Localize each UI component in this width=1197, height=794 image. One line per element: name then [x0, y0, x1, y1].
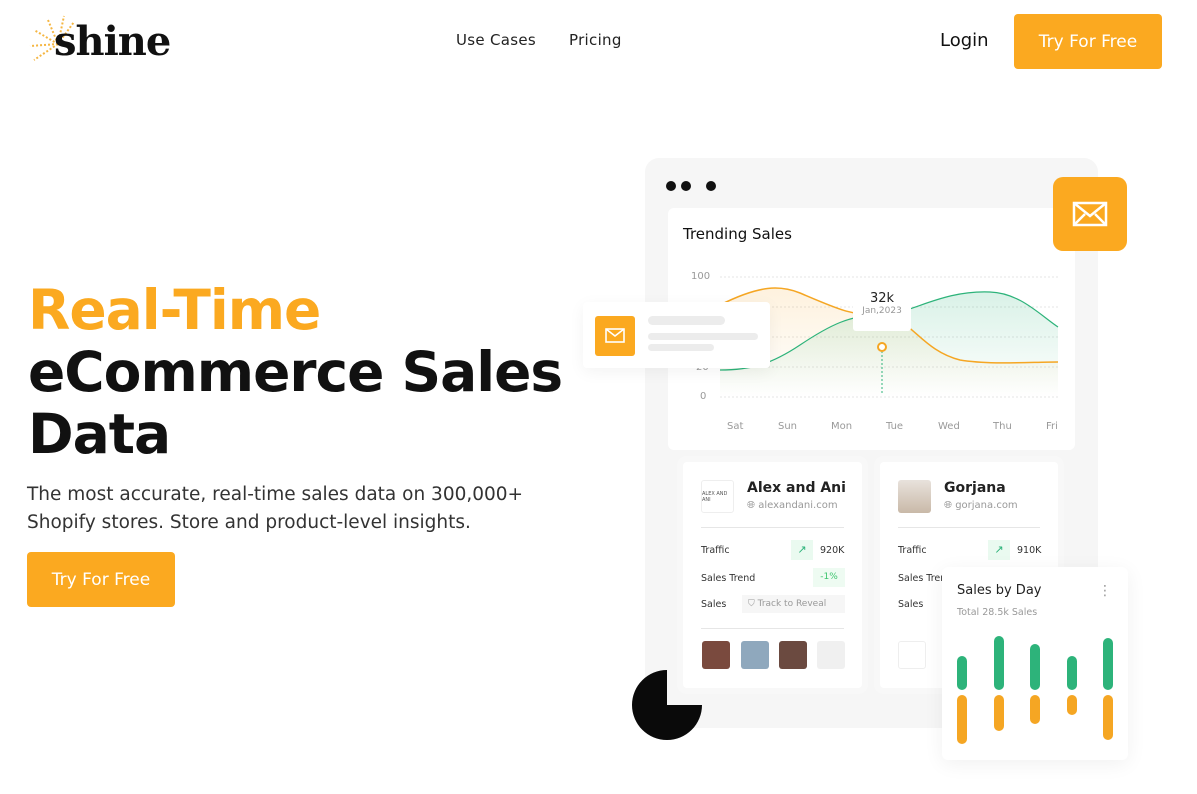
store-url: gorjana.com [955, 500, 1018, 511]
track-to-reveal-label: Track to Reveal [757, 599, 827, 609]
x-tick: Sat [727, 421, 744, 432]
orange-bar [1067, 695, 1077, 715]
globe-icon: 🌐︎ [944, 500, 952, 511]
try-free-header-button[interactable]: Try For Free [1014, 14, 1162, 69]
store-logo [898, 480, 931, 513]
skeleton-line [648, 316, 725, 325]
store-url: alexandani.com [758, 500, 838, 511]
product-thumbnail[interactable] [817, 641, 845, 669]
green-bar [1030, 644, 1040, 690]
traffic-value: 920K [820, 545, 845, 556]
tooltip-point [877, 342, 887, 352]
store-logo: ALEX AND ANI [701, 480, 734, 513]
sales-label: Sales [898, 599, 924, 610]
window-dot [666, 181, 676, 191]
sales-by-day-title: Sales by Day [957, 583, 1042, 598]
trend-up-icon: ↗ [988, 540, 1010, 560]
orange-bar [1103, 695, 1113, 740]
sales-by-day-card: Sales by Day Total 28.5k Sales ⋮ [942, 567, 1128, 760]
green-bar [1103, 638, 1113, 690]
mail-icon [1072, 201, 1108, 227]
product-thumbnail[interactable] [898, 641, 926, 669]
tooltip-date: Jan,2023 [862, 306, 902, 316]
traffic-value: 910K [1017, 545, 1042, 556]
tooltip-value: 32k [869, 291, 895, 306]
try-free-hero-button[interactable]: Try For Free [27, 552, 175, 607]
more-vertical-icon[interactable]: ⋮ [1098, 583, 1112, 599]
trend-up-icon: ↗ [791, 540, 813, 560]
hero-title-line2: eCommerce Sales [28, 340, 563, 404]
store-name: Alex and Ani [747, 480, 846, 496]
store-name: Gorjana [944, 480, 1006, 496]
green-bar [1067, 656, 1077, 690]
product-thumbnail[interactable] [741, 641, 769, 669]
x-tick: Mon [831, 421, 853, 432]
x-tick: Thu [993, 421, 1012, 432]
store-site: 🌐︎ gorjana.com [944, 500, 1018, 511]
skeleton-line [648, 344, 714, 351]
hero-subtitle-line1: The most accurate, real-time sales data … [27, 484, 524, 505]
orange-bar [1030, 695, 1040, 724]
logo[interactable]: shine [54, 18, 171, 65]
notification-mail-badge [595, 316, 635, 356]
y-tick: 0 [700, 391, 707, 402]
x-tick: Fri [1046, 421, 1058, 432]
orange-bar [957, 695, 967, 744]
notification-popup [583, 302, 770, 368]
hero-subtitle-line2: Shopify stores. Store and product-level … [27, 512, 471, 533]
sales-trend-value: -1% [813, 568, 845, 587]
divider [701, 628, 844, 629]
track-to-reveal-button[interactable]: ⛉ Track to Reveal [742, 595, 845, 613]
product-thumbnail[interactable] [779, 641, 807, 669]
skeleton-line [648, 333, 758, 340]
login-link[interactable]: Login [940, 30, 989, 51]
chart-tooltip: 32k Jan,2023 [853, 287, 911, 331]
decorative-pie-shape [632, 670, 702, 740]
traffic-label: Traffic [701, 545, 730, 556]
green-bar [957, 656, 967, 690]
traffic-label: Traffic [898, 545, 927, 556]
hero-title-line3: Data [28, 402, 171, 466]
divider [898, 527, 1040, 528]
nav-use-cases[interactable]: Use Cases [456, 31, 536, 49]
mail-badge [1053, 177, 1127, 251]
hero-subtitle: The most accurate, real-time sales data … [27, 481, 567, 537]
mail-icon [605, 328, 625, 343]
product-thumbnail[interactable] [702, 641, 730, 669]
sales-label: Sales [701, 599, 727, 610]
sales-by-day-subtitle: Total 28.5k Sales [957, 607, 1038, 618]
y-tick: 100 [691, 271, 711, 282]
globe-icon: 🌐︎ [747, 500, 755, 511]
nav-pricing[interactable]: Pricing [569, 31, 622, 49]
x-tick: Tue [886, 421, 904, 432]
x-tick: Sun [778, 421, 798, 432]
window-dot [681, 181, 691, 191]
x-tick: Wed [938, 421, 960, 432]
divider [701, 527, 844, 528]
window-dot [706, 181, 716, 191]
trending-sales-title: Trending Sales [683, 225, 792, 243]
store-card-alex-and-ani[interactable]: ALEX AND ANI Alex and Ani 🌐︎ alexandani.… [683, 462, 862, 688]
shield-icon: ⛉ [748, 599, 755, 609]
orange-bar [994, 695, 1004, 731]
green-bar [994, 636, 1004, 690]
hero-title-accent: Real-Time [28, 278, 321, 342]
store-site: 🌐︎ alexandani.com [747, 500, 838, 511]
sales-trend-label: Sales Trend [701, 573, 756, 584]
